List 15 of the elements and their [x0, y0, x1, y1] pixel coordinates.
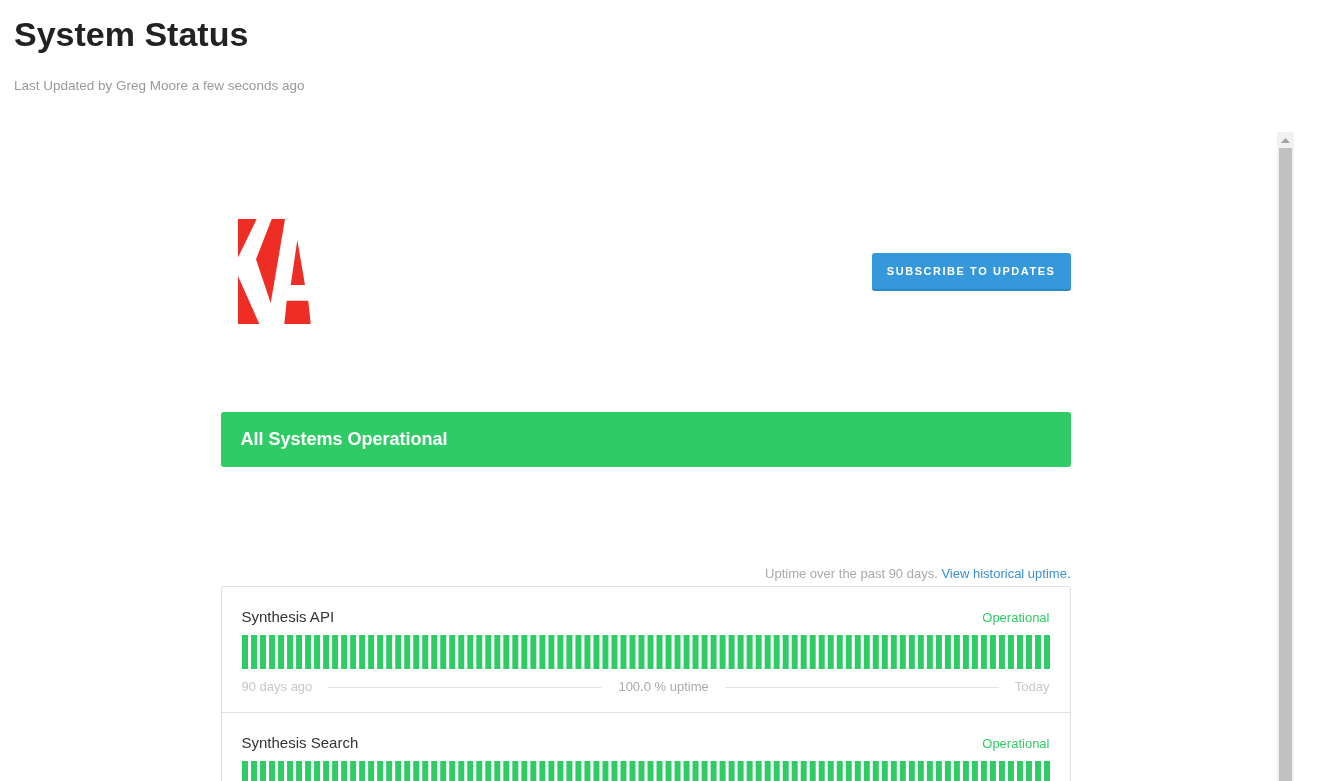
component-status: Operational: [982, 610, 1050, 626]
last-updated-text: Last Updated by Greg Moore a few seconds ago: [14, 77, 305, 95]
historical-uptime-link[interactable]: View historical uptime.: [941, 566, 1071, 581]
component-name: Synthesis API: [241, 609, 335, 625]
component-status: Operational: [982, 736, 1050, 752]
uptime-percentage: 100.0 % uptime: [618, 680, 709, 694]
component-name: Synthesis Search: [241, 735, 359, 751]
uptime-caption: Uptime over the past 90 days. View historical uptime.: [764, 566, 1071, 582]
page-title: System Status: [14, 14, 249, 54]
scrollbar-track[interactable]: [1277, 132, 1294, 781]
scroll-up-icon[interactable]: [1281, 138, 1290, 143]
status-banner: All Systems Operational: [220, 412, 1071, 467]
logo-icon: [237, 219, 311, 324]
subscribe-button[interactable]: SUBSCRIBE TO UPDATES: [871, 252, 1071, 291]
scrollbar-thumb[interactable]: [1279, 148, 1292, 781]
